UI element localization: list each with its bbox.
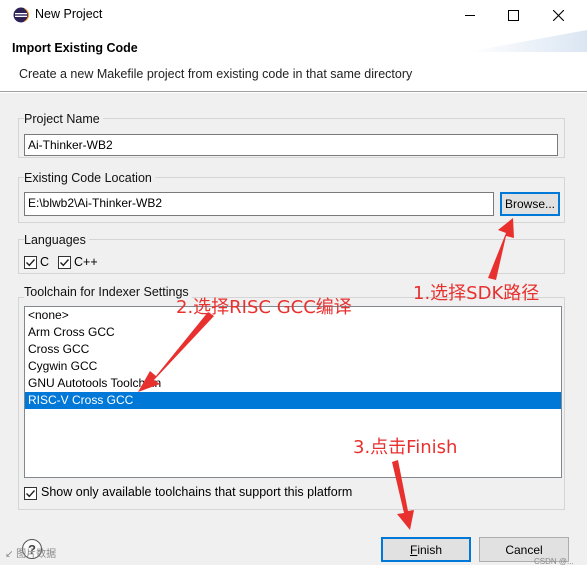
- window-title: New Project: [35, 7, 103, 21]
- project-name-label: Project Name: [24, 112, 103, 126]
- toolchain-list[interactable]: <none> Arm Cross GCC Cross GCC Cygwin GC…: [24, 306, 562, 478]
- minimize-icon: [464, 14, 475, 16]
- language-c-label: C: [40, 255, 50, 269]
- toolchain-item-riscv-cross-gcc[interactable]: RISC-V Cross GCC: [25, 392, 561, 409]
- toolchain-item-arm-cross-gcc[interactable]: Arm Cross GCC: [25, 324, 561, 341]
- browse-button[interactable]: Browse...: [500, 192, 560, 216]
- languages-group: [18, 239, 565, 274]
- finish-button[interactable]: Finish: [381, 537, 471, 562]
- checkmark-icon: [26, 259, 36, 267]
- project-name-input[interactable]: Ai-Thinker-WB2: [24, 134, 558, 156]
- wizard-description: Create a new Makefile project from exist…: [19, 67, 413, 81]
- wizard-banner: Import Existing Code Create a new Makefi…: [0, 30, 587, 92]
- toolchain-item-gnu-autotools[interactable]: GNU Autotools Toolchain: [25, 375, 561, 392]
- toolchain-item-cygwin-gcc[interactable]: Cygwin GCC: [25, 358, 561, 375]
- code-location-label: Existing Code Location: [24, 171, 155, 185]
- window-titlebar: New Project: [0, 0, 587, 30]
- watermark-right: CSDN @...: [534, 557, 574, 565]
- code-location-input[interactable]: E:\blwb2\Ai-Thinker-WB2: [24, 192, 494, 216]
- languages-label: Languages: [24, 233, 89, 247]
- close-icon: [552, 9, 564, 21]
- finish-button-label: Finish: [409, 542, 443, 557]
- show-only-available-label: Show only available toolchains that supp…: [41, 485, 353, 499]
- maximize-button[interactable]: [490, 0, 536, 30]
- annotation-step-3: 3.点击Finish: [353, 437, 458, 458]
- toolchain-item-cross-gcc[interactable]: Cross GCC: [25, 341, 561, 358]
- annotation-step-2: 2.选择RISC GCC编译: [176, 297, 352, 318]
- watermark-left: ↙ 图片数据: [5, 549, 57, 560]
- language-cpp-checkbox[interactable]: [58, 256, 71, 269]
- minimize-button[interactable]: [447, 0, 493, 30]
- checkmark-icon: [26, 490, 36, 498]
- button-bar: ? ↙ 图片数据 Finish Cancel CSDN @...: [0, 521, 587, 565]
- maximize-icon: [507, 9, 519, 21]
- eclipse-app-icon: [13, 7, 29, 23]
- language-cpp-label: C++: [74, 255, 98, 269]
- wizard-title: Import Existing Code: [12, 41, 138, 55]
- banner-decoration: [467, 30, 587, 52]
- annotation-step-1: 1.选择SDK路径: [413, 283, 540, 304]
- close-button[interactable]: [535, 0, 581, 30]
- checkmark-icon: [60, 259, 70, 267]
- toolchain-label: Toolchain for Indexer Settings: [24, 285, 192, 299]
- language-c-checkbox[interactable]: [24, 256, 37, 269]
- show-only-available-checkbox[interactable]: [24, 487, 37, 500]
